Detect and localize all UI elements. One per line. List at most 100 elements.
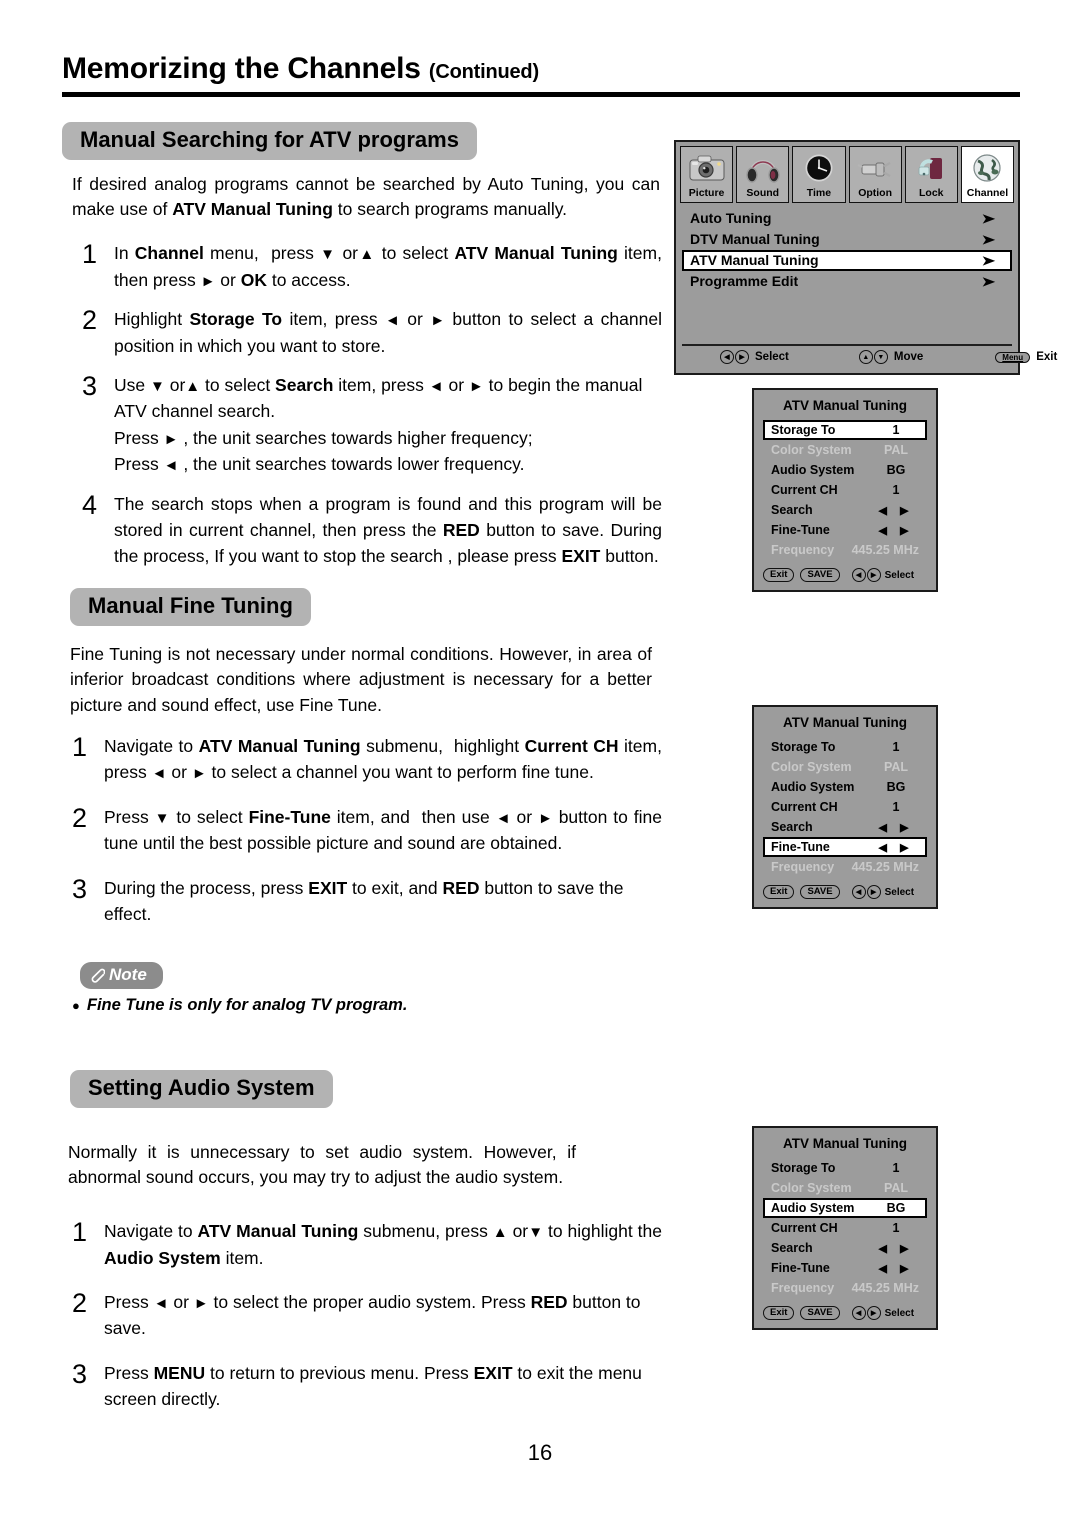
row-value: 445.25 MHz [851,1281,919,1295]
row-label: Search [771,1241,813,1255]
osd-atv-row-storage-to[interactable]: Storage To 1 [763,420,927,440]
chevron-right-icon: ➤ [981,231,996,247]
save-button[interactable]: SAVE [800,885,840,899]
osd-hint-label: Move [893,351,924,363]
section-heading-audio-system: Setting Audio System [70,1070,333,1108]
row-label: Color System [771,760,852,774]
row-label: Audio System [771,463,855,477]
osd-atv-row-current-ch[interactable]: Current CH 1 [763,480,927,500]
exit-button[interactable]: Exit [763,1306,795,1320]
osd-atv-panel-fine-tune[interactable]: ATV Manual Tuning Storage To 1 Color Sys… [752,705,938,909]
page-number: 16 [527,1440,553,1465]
row-label: Frequency [771,860,835,874]
row-value: 445.25 MHz [851,860,919,874]
osd-atv-row-fine-tune[interactable]: Fine-Tune ◀ ▶ [763,520,927,540]
step-number: 4 [82,489,98,520]
osd-atv-row-current-ch[interactable]: Current CH 1 [763,797,927,817]
osd-atv-row-storage-to[interactable]: Storage To 1 [763,737,927,757]
step-item: 2 Press ◄ or ► to select the proper audi… [62,1289,662,1342]
audio-system-intro: Normally it is unnecessary to set audio … [68,1142,576,1188]
osd-menu-item-auto-tuning[interactable]: Auto Tuning ➤ [682,208,1012,229]
note-badge: Note [80,962,163,989]
step-number: 3 [72,873,88,904]
step-text: During the process, press EXIT to exit, … [104,877,624,924]
osd-atv-row-audio-system[interactable]: Audio System BG [763,460,927,480]
osd-hint-exit: Menu Exit [995,351,1057,363]
left-right-keys-icon: ◀ ▶ [720,350,749,364]
osd-tab-bar: Picture Sound Time Option Lock Channel [676,142,1018,203]
left-right-keys-icon: ◀ ▶ [851,568,881,582]
osd-tab-lock[interactable]: Lock [904,146,958,203]
osd-menu-item-dtv-manual-tuning[interactable]: DTV Manual Tuning ➤ [682,229,1012,250]
row-label: Color System [771,443,852,457]
osd-tab-label: Channel [966,187,1009,199]
step-number: 2 [82,305,98,335]
row-value: ◀ ▶ [878,821,914,834]
row-value: PAL [883,1181,909,1195]
osd-menu-item-label: ATV Manual Tuning [690,252,819,269]
osd-menu-item-label: DTV Manual Tuning [690,231,820,248]
step-item: 3 During the process, press EXIT to exit… [62,873,662,928]
row-value: ◀ ▶ [878,1262,914,1275]
step-item: 3 Use ▼ or▲ to select Search item, press… [72,372,662,478]
row-value: 1 [892,740,900,754]
osd-atv-row-search[interactable]: Search ◀ ▶ [763,817,927,837]
chevron-right-icon: ➤ [981,252,996,268]
save-button[interactable]: SAVE [800,1306,840,1320]
osd-atv-row-frequency: Frequency 445.25 MHz [763,540,927,560]
section-heading-manual-search: Manual Searching for ATV programs [62,122,477,160]
osd-tab-option[interactable]: Option [848,146,902,203]
osd-menu-item-programme-edit[interactable]: Programme Edit ➤ [682,271,1012,292]
step-text: Navigate to ATV Manual Tuning submenu, h… [104,736,662,783]
row-value: 1 [892,1221,900,1235]
osd-atv-row-audio-system[interactable]: Audio System BG [763,777,927,797]
osd-atv-row-fine-tune[interactable]: Fine-Tune ◀ ▶ [763,837,927,857]
osd-atv-row-search[interactable]: Search ◀ ▶ [763,500,927,520]
osd-atv-hint-label: Select [884,886,915,898]
osd-tab-channel[interactable]: Channel [960,146,1015,203]
osd-tab-time[interactable]: Time [792,146,846,203]
exit-button[interactable]: Exit [763,568,795,582]
padlock-icon [906,149,957,187]
step-number: 2 [72,1287,88,1318]
osd-menu-item-atv-manual-tuning[interactable]: ATV Manual Tuning ➤ [682,249,1012,271]
row-label: Audio System [771,780,855,794]
row-label: Fine-Tune [771,840,830,854]
save-button[interactable]: SAVE [800,568,840,582]
osd-atv-row-current-ch[interactable]: Current CH 1 [763,1218,927,1238]
fine-tuning-intro: Fine Tuning is not necessary under norma… [70,644,652,715]
row-label: Current CH [771,483,838,497]
osd-atv-row-search[interactable]: Search ◀ ▶ [763,1238,927,1258]
osd-atv-panel-audio-system[interactable]: ATV Manual Tuning Storage To 1 Color Sys… [752,1126,938,1330]
osd-tab-label: Picture [688,187,725,199]
osd-atv-hint-label: Select [884,1307,915,1319]
osd-channel-menu[interactable]: Picture Sound Time Option Lock Channel A… [674,140,1057,375]
row-value: 445.25 MHz [851,543,919,557]
step-number: 1 [82,239,98,269]
osd-atv-row-audio-system[interactable]: Audio System BG [763,1198,927,1218]
step-text: The search stops when a program is found… [114,493,663,567]
osd-atv-title: ATV Manual Tuning [783,398,907,413]
note-item-text: Fine Tune is only for analog TV program. [86,996,408,1014]
globe-icon [962,149,1013,187]
page-title-main: Memorizing the Channels [62,52,421,85]
step-number: 3 [82,370,98,401]
osd-atv-row-storage-to[interactable]: Storage To 1 [763,1158,927,1178]
left-right-keys-icon: ◀ ▶ [851,885,881,899]
row-label: Storage To [771,1161,836,1175]
chevron-right-icon: ➤ [981,273,996,289]
exit-button[interactable]: Exit [763,885,795,899]
step-text: Press ◄ or ► to select the proper audio … [104,1291,641,1339]
osd-atv-row-frequency: Frequency 445.25 MHz [763,1278,927,1298]
osd-atv-panel-storage[interactable]: ATV Manual Tuning Storage To 1 Color Sys… [752,388,938,592]
step-text: Press ▼ to select Fine-Tune item, and th… [104,806,662,854]
step-text: Highlight Storage To item, press ◄ or ► … [114,309,662,356]
step-item: 2 Press ▼ to select Fine-Tune item, and … [62,804,662,857]
step-text: Use ▼ or▲ to select Search item, press ◄… [114,374,643,474]
osd-tab-sound[interactable]: Sound [736,146,790,203]
osd-atv-row-fine-tune[interactable]: Fine-Tune ◀ ▶ [763,1258,927,1278]
page-title-continued: (Continued) [428,61,539,83]
osd-tab-picture[interactable]: Picture [680,146,734,203]
note-item: ● Fine Tune is only for analog TV progra… [72,996,407,1015]
osd-atv-hint-select: ◀ ▶ Select [851,885,915,899]
